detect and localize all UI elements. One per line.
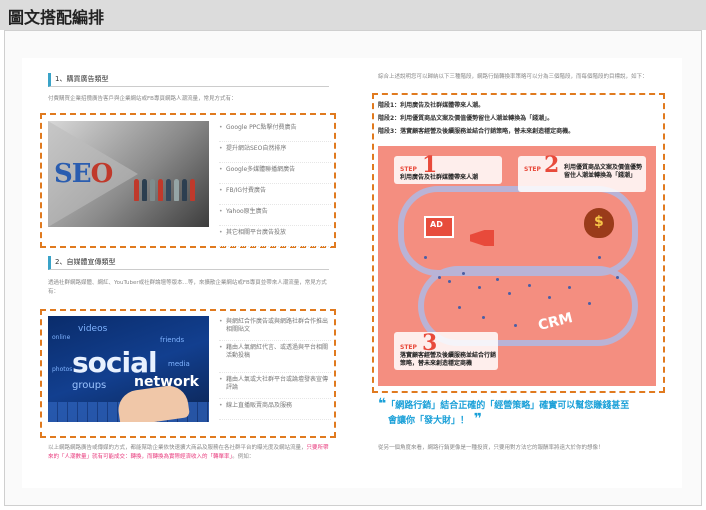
list-item: FB/IG付費廣告: [219, 184, 331, 205]
stage-item: 階段2：利用優質商品文案及價值優勢留住人潮並轉換為「錢潮」。: [378, 115, 554, 122]
strategy-infographic: STEP 1 利用廣告及社群媒體帶來人潮 STEP 2 利用優質商品文案及價值優…: [378, 146, 656, 386]
step3-text: 落實顧客經營及後續服務並結合行銷策略，替未來創造穩定商機: [400, 352, 497, 367]
people-group: [132, 171, 204, 201]
list-item: 藉由人氣或大社群平台或論壇發表宣傳評論: [219, 373, 331, 399]
list-item: 線上直播販賣商品及服務: [219, 399, 331, 420]
page-title: 圖文搭配編排: [8, 8, 105, 27]
list-item: 藉由人氣網紅代言、或透過與平台相關活動投稿: [219, 341, 331, 373]
hand-shape: [115, 383, 191, 422]
stage-item: 階段1：利用廣告及社群媒體帶來人潮。: [378, 102, 485, 109]
step1-text: 利用廣告及社群媒體帶來人潮: [400, 174, 479, 181]
step2-text: 利用優質商品文案及價值優勢留住人潮並轉換為「錢潮」: [564, 164, 643, 179]
section1-intro: 付費購買企業招攬廣告客戶與企業網站或FB專頁網路人潮流量，常見方式有：: [48, 96, 237, 102]
header-bar: 圖文搭配編排: [0, 0, 706, 30]
list-item: Google PPC點擊付費廣告: [219, 121, 331, 142]
list-item: 其它相關平台廣告投放: [219, 226, 331, 247]
list-item: Google多媒體聯播網廣告: [219, 163, 331, 184]
step2-number: 2: [544, 152, 560, 178]
right-closing-text: 從另一個角度來看，網路行銷更像是一種投資，只要用對方法它的報酬率將遠大於你的想像…: [378, 445, 604, 451]
section2-list: 與網紅合作廣告或與網路社群合作推出相關貼文 藉由人氣網紅代言、或透過與平台相關活…: [219, 315, 331, 420]
seo-logo-text: SEO: [54, 159, 113, 189]
list-item: Yahoo原生廣告: [219, 205, 331, 226]
list-item: 提升網站SEO自然排序: [219, 142, 331, 163]
page: 圖文搭配編排 1、購買廣告類型 付費購買企業招攬廣告客戶與企業網站或FB專頁網路…: [0, 0, 706, 510]
social-network-image: videos online friends social groups netw…: [48, 316, 209, 422]
right-intro: 綜合上述說明您可以歸納以下三種階段，網路行銷轉換率策略可以分為三個階段，而每個階…: [378, 74, 648, 80]
section2-heading: 2、自媒體宣傳類型: [48, 256, 329, 270]
section1-heading: 1、購買廣告類型: [48, 73, 329, 87]
stage-item: 階段3：落實顧客經營及後續服務並結合行銷策略，替未來創造穩定商機。: [378, 128, 575, 135]
stage-list: 階段1：利用廣告及社群媒體帶來人潮。 階段2：利用優質商品文案及價值優勢留住人潮…: [378, 100, 658, 139]
list-item: 與網紅合作廣告或與網路社群合作推出相關貼文: [219, 315, 331, 341]
seo-image: SEO: [48, 121, 209, 227]
highlight-quote: ❝「網路行銷」結合正確的「經營策略」確實可以幫您賺錢甚至 會讓你「發大財」！ ❞: [378, 396, 630, 427]
left-footer-text: 以上網路網路廣告或傳媒的方式，都能幫助企業依快速擴大商品及服務在各社群平台的曝光…: [48, 445, 329, 460]
section2-intro: 透過社群網路媒體、網紅、YouTuber或社群論壇等版本...等，來擴散企業網站…: [48, 280, 327, 295]
section1-list: Google PPC點擊付費廣告 提升網站SEO自然排序 Google多媒體聯播…: [219, 121, 331, 247]
